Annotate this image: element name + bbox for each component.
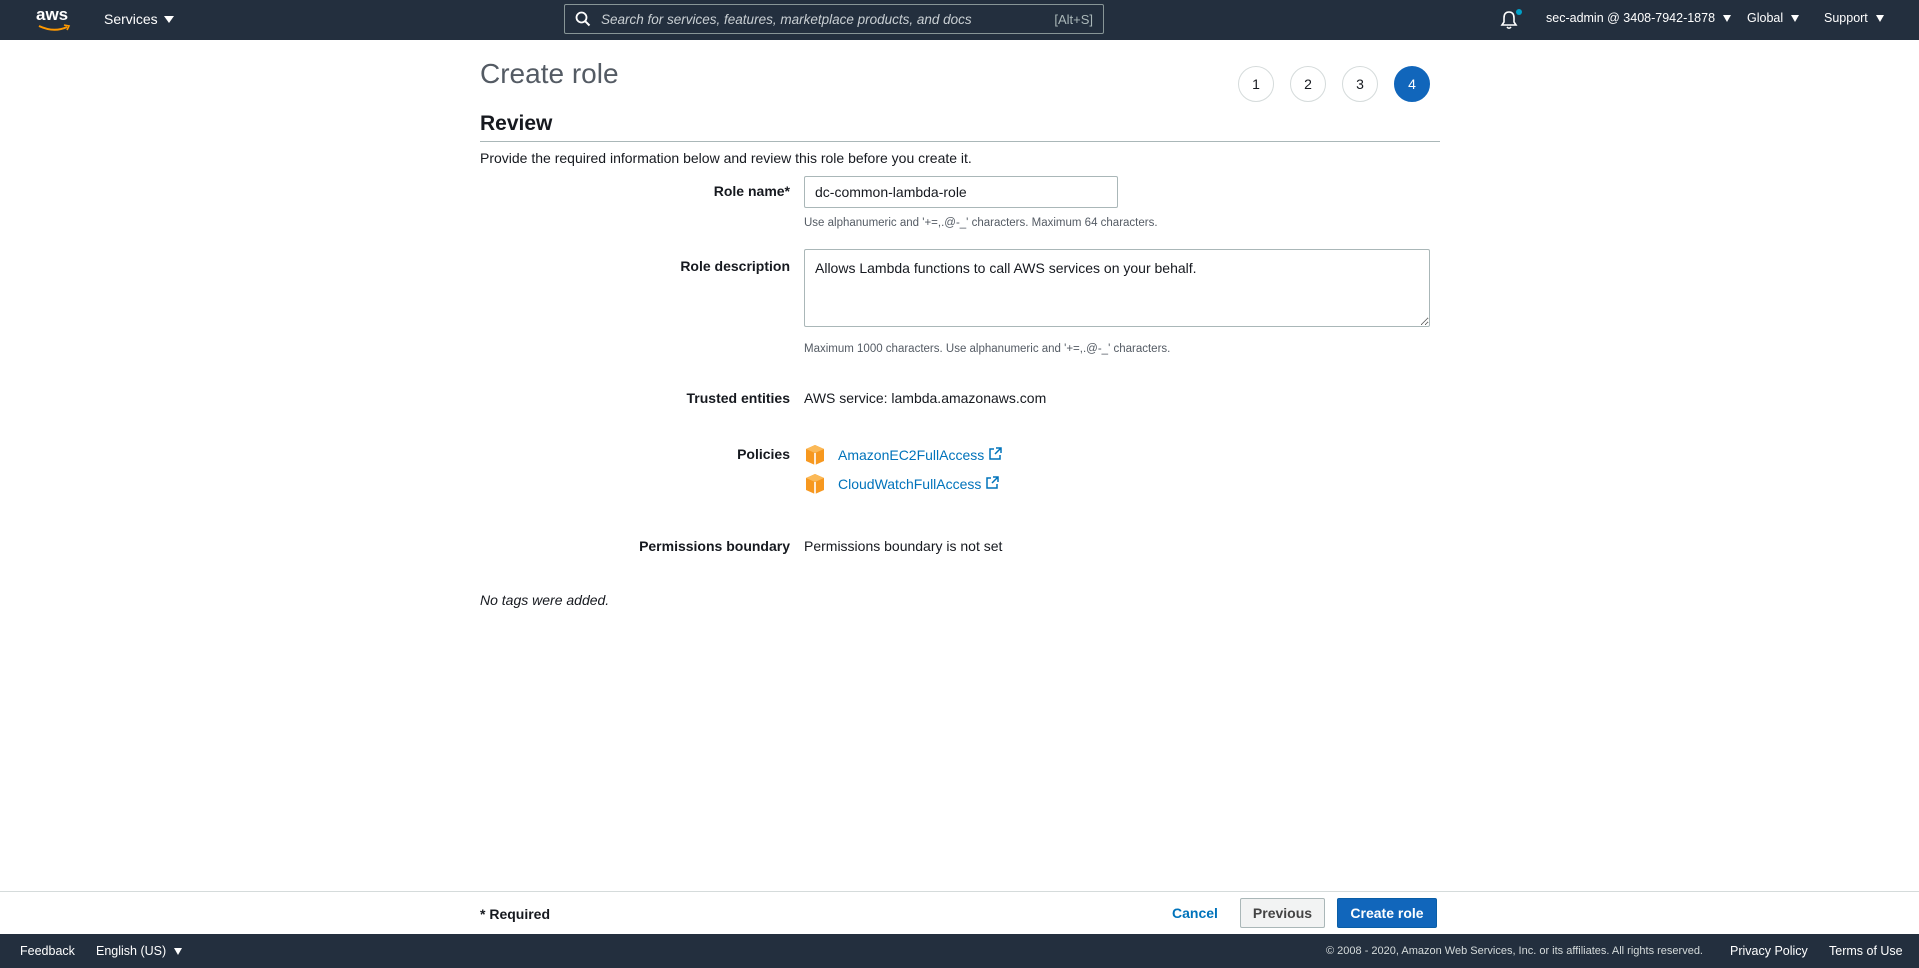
cancel-button[interactable]: Cancel	[1160, 898, 1230, 928]
previous-button[interactable]: Previous	[1240, 898, 1325, 928]
account-label: sec-admin @ 3408-7942-1878	[1546, 11, 1716, 25]
top-nav: aws Services [Alt+S] sec-admin @ 3408-79…	[0, 0, 1919, 40]
step-3[interactable]: 3	[1342, 66, 1378, 102]
account-menu[interactable]: sec-admin @ 3408-7942-1878	[1546, 11, 1732, 25]
policy-box-icon	[806, 474, 824, 494]
support-menu[interactable]: Support	[1824, 11, 1884, 25]
services-menu[interactable]: Services	[104, 11, 174, 27]
policy-name: CloudWatchFullAccess	[838, 476, 982, 492]
policy-link-cloudwatch[interactable]: CloudWatchFullAccess	[838, 476, 1000, 492]
search-bar[interactable]: [Alt+S]	[564, 4, 1104, 34]
language-selector[interactable]: English (US)	[96, 944, 183, 958]
aws-smile-icon	[38, 24, 71, 31]
required-note: * Required	[480, 906, 551, 922]
external-link-icon	[986, 476, 1000, 489]
intro-text: Provide the required information below a…	[480, 150, 972, 166]
search-input[interactable]	[601, 11, 1055, 27]
external-link-icon	[989, 447, 1003, 460]
caret-down-icon	[163, 15, 174, 23]
region-menu[interactable]: Global	[1747, 11, 1800, 25]
aws-logo[interactable]: aws	[36, 5, 72, 31]
region-label: Global	[1747, 11, 1784, 25]
caret-down-icon	[1791, 14, 1800, 22]
support-label: Support	[1824, 11, 1868, 25]
notification-dot	[1516, 9, 1522, 15]
policy-item: CloudWatchFullAccess	[804, 473, 1000, 495]
page-title: Create role	[480, 58, 619, 89]
policy-name: AmazonEC2FullAccess	[838, 447, 985, 463]
privacy-policy-link[interactable]: Privacy Policy	[1730, 944, 1808, 958]
divider	[480, 141, 1440, 142]
services-label: Services	[104, 11, 158, 27]
role-description-input[interactable]: Allows Lambda functions to call AWS serv…	[804, 249, 1430, 327]
search-shortcut: [Alt+S]	[1054, 11, 1093, 27]
wizard-steps: 1 2 3 4	[1238, 66, 1430, 102]
trusted-entities-label: Trusted entities	[686, 390, 790, 406]
search-icon	[575, 11, 591, 27]
section-title: Review	[480, 112, 553, 135]
action-bar: * Required Cancel Previous Create role	[0, 891, 1919, 934]
feedback-link[interactable]: Feedback	[20, 944, 75, 958]
copyright-text: © 2008 - 2020, Amazon Web Services, Inc.…	[1326, 945, 1703, 957]
step-2[interactable]: 2	[1290, 66, 1326, 102]
trusted-entities-value: AWS service: lambda.amazonaws.com	[804, 390, 1047, 406]
step-1[interactable]: 1	[1238, 66, 1274, 102]
aws-logo-text: aws	[36, 5, 69, 24]
role-name-hint: Use alphanumeric and '+=,.@-_' character…	[804, 217, 1158, 229]
role-description-label: Role description	[680, 258, 790, 274]
create-role-button[interactable]: Create role	[1337, 898, 1437, 928]
bottom-bar: Feedback English (US) © 2008 - 2020, Ama…	[0, 934, 1919, 968]
role-name-input[interactable]	[804, 176, 1118, 208]
terms-of-use-link[interactable]: Terms of Use	[1829, 944, 1903, 958]
policy-link-ec2[interactable]: AmazonEC2FullAccess	[838, 447, 1003, 463]
role-name-label: Role name*	[713, 183, 790, 199]
policy-box-icon	[806, 445, 824, 465]
caret-down-icon	[1723, 14, 1732, 22]
policy-item: AmazonEC2FullAccess	[804, 444, 1003, 466]
language-label: English (US)	[96, 944, 167, 958]
permissions-boundary-value: Permissions boundary is not set	[804, 538, 1003, 554]
no-tags-message: No tags were added.	[480, 592, 610, 608]
caret-down-icon	[174, 947, 183, 955]
caret-down-icon	[1875, 14, 1884, 22]
role-description-hint: Maximum 1000 characters. Use alphanumeri…	[804, 343, 1171, 355]
permissions-boundary-label: Permissions boundary	[639, 538, 790, 554]
step-4-active[interactable]: 4	[1394, 66, 1430, 102]
policies-label: Policies	[737, 446, 790, 462]
